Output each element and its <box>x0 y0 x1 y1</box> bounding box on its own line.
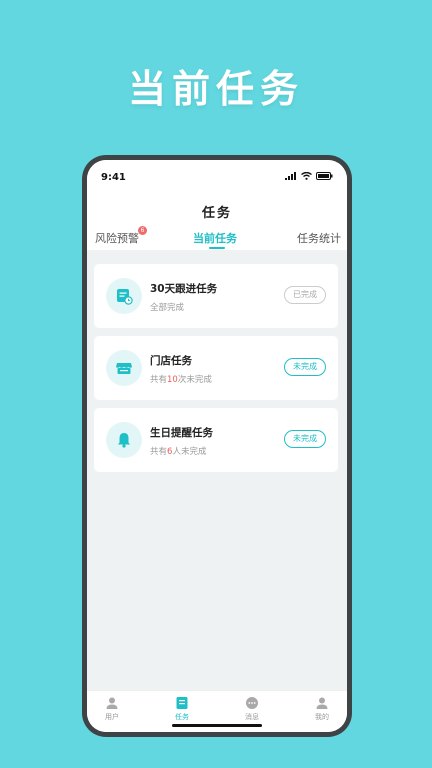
phone-screen: 9:41 任务 风险预警 6 当前任务 任务统计 30天跟进任务 全部完成 已完… <box>87 160 347 732</box>
tab-label: 风险预警 <box>95 232 139 245</box>
tabbar-item-tasks[interactable]: 任务 <box>157 695 207 722</box>
bell-icon <box>106 422 142 458</box>
task-status-text: 全部完成 <box>150 303 185 313</box>
pending-count: 10 <box>167 375 178 385</box>
page-title: 任务 <box>201 206 232 221</box>
task-title: 30天跟进任务 <box>150 283 218 295</box>
status-bar: 9:41 <box>87 160 347 190</box>
store-icon <box>106 350 142 386</box>
alert-badge: 6 <box>138 226 147 235</box>
tab-label: 任务统计 <box>297 232 341 245</box>
promo-headline: 当前任务 <box>127 67 304 111</box>
tabbar-item-messages[interactable]: 消息 <box>227 695 277 722</box>
user-icon <box>87 695 137 711</box>
wifi-icon <box>301 172 312 180</box>
sub-suffix: 人未完成 <box>172 447 207 457</box>
tabbar-item-profile[interactable]: 我的 <box>297 695 347 722</box>
task-title: 生日提醒任务 <box>150 427 213 439</box>
sub-prefix: 共有 <box>150 375 168 385</box>
incomplete-button[interactable]: 未完成 <box>284 430 326 448</box>
task-status-text: 共有6人未完成 <box>150 445 206 457</box>
active-tab-indicator <box>209 247 225 249</box>
tabbar-label: 消息 <box>245 713 259 721</box>
task-card-30day[interactable]: 30天跟进任务 全部完成 已完成 <box>94 264 338 328</box>
page-header: 任务 风险预警 6 当前任务 任务统计 <box>87 190 347 250</box>
tab-current-tasks[interactable]: 当前任务 <box>193 230 237 246</box>
signal-icon <box>285 172 296 180</box>
completed-button[interactable]: 已完成 <box>284 286 326 304</box>
task-status-text: 共有10次未完成 <box>150 373 212 385</box>
battery-icon <box>316 172 333 180</box>
calendar-clock-icon <box>106 278 142 314</box>
task-card-store[interactable]: 门店任务 共有10次未完成 未完成 <box>94 336 338 400</box>
sub-suffix: 次未完成 <box>177 375 212 385</box>
tabbar-item-users[interactable]: 用户 <box>87 695 137 722</box>
status-time: 9:41 <box>101 172 126 183</box>
task-list: 30天跟进任务 全部完成 已完成 门店任务 共有10次未完成 未完成 生日提醒任… <box>87 250 347 690</box>
home-indicator <box>172 724 262 727</box>
status-icons <box>285 172 333 180</box>
profile-icon <box>297 695 347 711</box>
task-icon <box>157 695 207 711</box>
tabbar-label: 任务 <box>175 713 189 721</box>
phone-frame: 9:41 任务 风险预警 6 当前任务 任务统计 30天跟进任务 全部完成 已完… <box>82 155 352 737</box>
tabbar-label: 我的 <box>315 713 329 721</box>
tab-task-stats[interactable]: 任务统计 <box>297 230 341 246</box>
tab-risk-alert[interactable]: 风险预警 6 <box>95 226 147 246</box>
sub-prefix: 共有 <box>150 447 168 457</box>
incomplete-button[interactable]: 未完成 <box>284 358 326 376</box>
task-card-birthday[interactable]: 生日提醒任务 共有6人未完成 未完成 <box>94 408 338 472</box>
tab-label: 当前任务 <box>193 232 237 245</box>
task-title: 门店任务 <box>150 355 192 367</box>
tabbar-label: 用户 <box>105 713 119 721</box>
message-icon <box>227 695 277 711</box>
